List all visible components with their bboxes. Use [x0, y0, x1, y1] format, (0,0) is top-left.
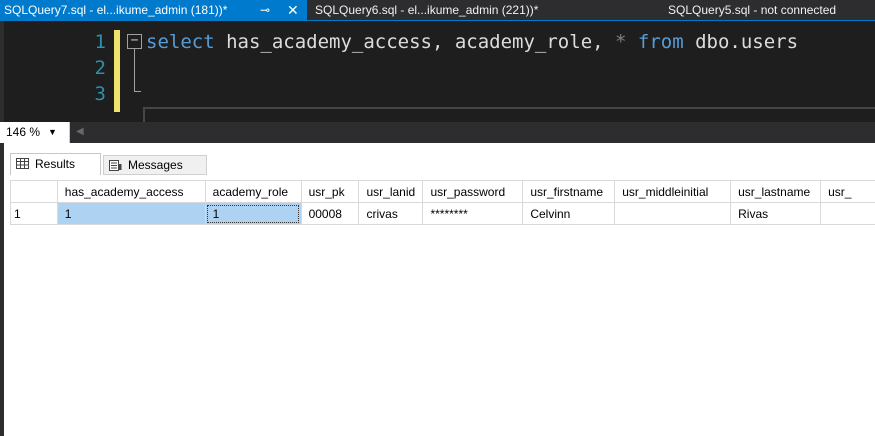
line-number: 1 — [94, 31, 106, 53]
line-number: 3 — [94, 83, 106, 105]
keyword-select: select — [146, 31, 215, 53]
tab-messages-label: Messages — [128, 158, 183, 172]
tab-label: SQLQuery6.sql - el...ikume_admin (221))* — [315, 3, 539, 17]
document-tab-strip: SQLQuery7.sql - el...ikume_admin (181))*… — [0, 0, 875, 21]
table-cell[interactable]: Celvinn — [522, 202, 616, 225]
column-header-rownum[interactable] — [10, 180, 58, 203]
tab-results[interactable]: Results — [10, 153, 101, 175]
keyword-from: from — [626, 31, 684, 53]
pin-icon[interactable]: ⊸ — [260, 0, 270, 20]
column-header[interactable]: usr_pk — [300, 180, 360, 203]
code-identifiers: has_academy_access, academy_role, — [214, 31, 616, 53]
results-grid[interactable]: has_academy_access academy_role usr_pk u… — [10, 180, 875, 436]
close-icon[interactable]: ✕ — [287, 0, 299, 20]
column-header[interactable]: usr_ — [820, 180, 875, 203]
code-line-1[interactable]: select has_academy_access, academy_role,… — [146, 29, 798, 55]
code-table-name: dbo.users — [683, 31, 799, 53]
tab-results-label: Results — [35, 157, 76, 171]
tab-sqlquery7[interactable]: SQLQuery7.sql - el...ikume_admin (181))*… — [0, 0, 307, 21]
table-row[interactable]: 1 1 1 00008 crivas ******** Celvinn Riva… — [10, 202, 875, 225]
change-tracking-bar — [114, 30, 120, 112]
scroll-left-icon[interactable]: ◀ — [76, 126, 84, 137]
zoom-value: 146 % — [6, 125, 41, 139]
column-header[interactable]: usr_firstname — [522, 180, 616, 203]
column-header[interactable]: academy_role — [204, 180, 302, 203]
tab-label: SQLQuery7.sql - el...ikume_admin (181))* — [4, 3, 228, 17]
table-cell[interactable]: 1 — [56, 202, 206, 225]
collapse-icon[interactable]: − — [127, 34, 142, 49]
fold-guide-line — [134, 49, 135, 92]
header-row: has_academy_access academy_role usr_pk u… — [10, 180, 875, 203]
column-header[interactable]: usr_lastname — [730, 180, 822, 203]
table-cell[interactable] — [820, 202, 875, 225]
column-header[interactable]: has_academy_access — [56, 180, 206, 203]
table-cell[interactable]: 00008 — [300, 202, 360, 225]
table-cell[interactable]: 1 — [204, 202, 302, 225]
tab-messages[interactable]: Messages — [103, 155, 207, 175]
code-star: * — [615, 31, 627, 53]
editor-status-strip: 146 % ▼ ◀ — [0, 122, 875, 143]
chevron-down-icon: ▼ — [48, 127, 57, 137]
table-cell[interactable]: ******** — [422, 202, 524, 225]
column-header[interactable]: usr_middleinitial — [614, 180, 732, 203]
table-cell[interactable] — [614, 202, 732, 225]
tab-sqlquery5[interactable]: SQLQuery5.sql - not connected — [664, 0, 875, 21]
column-header[interactable]: usr_lanid — [358, 180, 424, 203]
table-cell[interactable]: crivas — [358, 202, 424, 225]
fold-guide-end — [134, 91, 141, 92]
messages-icon — [109, 160, 122, 171]
query-editor[interactable]: 1 2 3 − select has_academy_access, acade… — [0, 21, 875, 137]
results-pane: Results Messages has_academy_access acad… — [0, 143, 875, 436]
table-cell[interactable]: Rivas — [730, 202, 822, 225]
tab-sqlquery6[interactable]: SQLQuery6.sql - el...ikume_admin (221))* — [311, 0, 614, 21]
column-header[interactable]: usr_password — [422, 180, 524, 203]
tab-label: SQLQuery5.sql - not connected — [668, 3, 837, 17]
row-number[interactable]: 1 — [10, 202, 58, 225]
zoom-dropdown[interactable]: 146 % ▼ — [0, 122, 70, 143]
grid-icon — [16, 158, 29, 169]
results-table: has_academy_access academy_role usr_pk u… — [10, 180, 875, 225]
line-number: 2 — [94, 57, 106, 79]
